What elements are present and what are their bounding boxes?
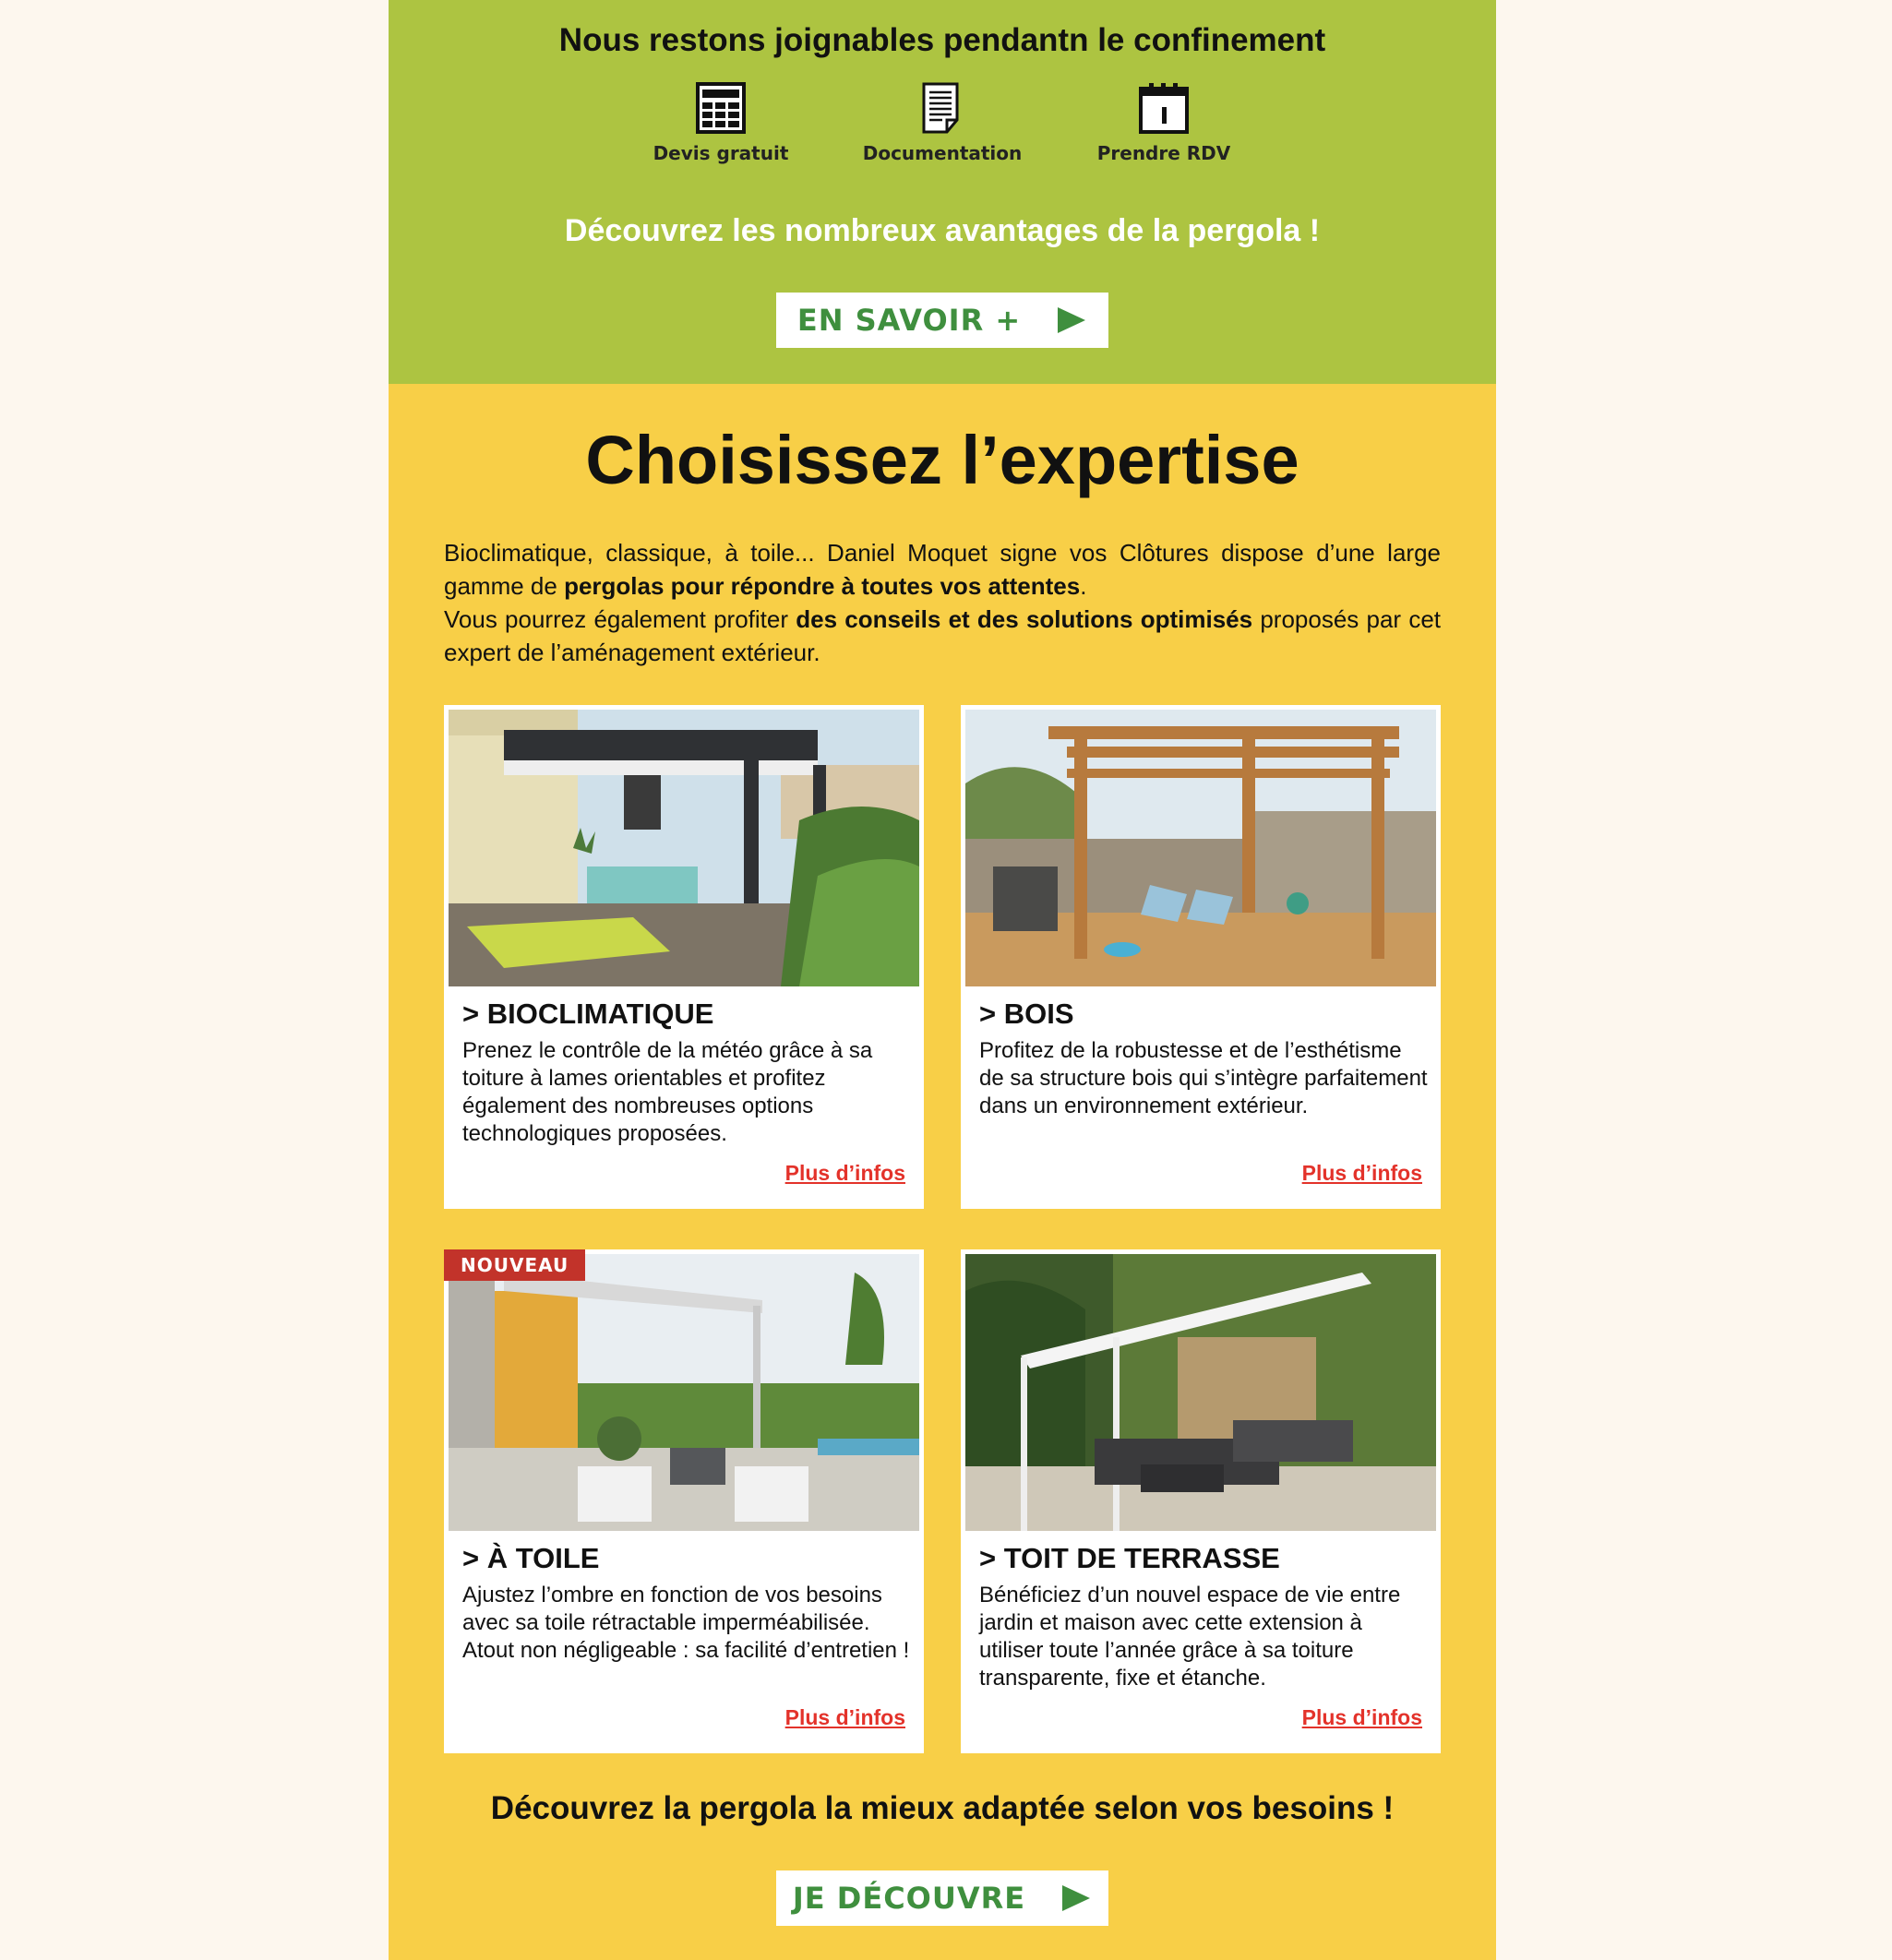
- plus-infos-link[interactable]: Plus d’infos: [785, 1705, 905, 1730]
- card-description: Prenez le contrôle de la météo grâce à s…: [462, 1038, 873, 1146]
- play-arrow-icon: [1062, 1885, 1091, 1911]
- document-icon: [922, 82, 959, 134]
- play-arrow-icon: [1058, 307, 1086, 333]
- calendar-icon: [1139, 83, 1189, 134]
- feature-list: Devis gratuit Documentation Prendre RDV: [389, 81, 1496, 164]
- card-title: > BIOCLIMATIQUE: [462, 998, 714, 1030]
- intro-highlight: pergolas pour répondre à toutes vos atte…: [564, 572, 1081, 600]
- card-title: > À TOILE: [462, 1542, 600, 1574]
- plus-infos-link[interactable]: Plus d’infos: [1302, 1161, 1422, 1186]
- card-description: Ajustez l’ombre en fonction de vos besoi…: [462, 1583, 910, 1663]
- intro-highlight: des conseils et des solutions optimisés: [796, 605, 1253, 633]
- card-title: > BOIS: [979, 998, 1074, 1030]
- je-decouvre-button[interactable]: JE DÉCOUVRE: [776, 1870, 1108, 1926]
- button-label: JE DÉCOUVRE: [792, 1881, 1026, 1916]
- card-description: Profitez de la robustesse et de l’esthét…: [979, 1038, 1428, 1118]
- feature-label: Prendre RDV: [1096, 142, 1231, 164]
- feature-documentation[interactable]: Documentation: [863, 81, 1022, 164]
- card-title: > TOIT DE TERRASSE: [979, 1542, 1280, 1574]
- calculator-icon: [696, 82, 746, 134]
- product-card-toile[interactable]: NOUVEAU > À TOILE Ajustez l’ombre en fon…: [444, 1249, 924, 1753]
- intro-part: .: [1080, 572, 1087, 600]
- newsletter: Nous restons joignables pendantn le conf…: [389, 0, 1496, 1960]
- section-title: Choisissez l’expertise: [585, 422, 1299, 498]
- product-card-bioclimatique[interactable]: > BIOCLIMATIQUE Prenez le contrôle de la…: [444, 705, 924, 1209]
- intro-text: Bioclimatique, classique, à toile... Dan…: [444, 536, 1441, 669]
- banner-subtitle: Découvrez les nombreux avantages de la p…: [564, 213, 1321, 248]
- feature-devis[interactable]: Devis gratuit: [652, 81, 790, 164]
- en-savoir-plus-button[interactable]: EN SAVOIR +: [776, 293, 1108, 348]
- feature-rdv[interactable]: Prendre RDV: [1095, 81, 1233, 164]
- product-card-bois[interactable]: > BOIS Profitez de la robustesse et de l…: [961, 705, 1441, 1209]
- expertise-section: Choisissez l’expertise Bioclimatique, cl…: [389, 384, 1496, 1960]
- contact-banner: Nous restons joignables pendantn le conf…: [389, 0, 1496, 384]
- plus-infos-link[interactable]: Plus d’infos: [1302, 1705, 1422, 1730]
- button-label: EN SAVOIR +: [796, 303, 1022, 338]
- pergola-toit-terrasse-photo: [965, 1254, 1436, 1531]
- product-card-toit-terrasse[interactable]: > TOIT DE TERRASSE Bénéficiez d’un nouve…: [961, 1249, 1441, 1753]
- banner-title: Nous restons joignables pendantn le conf…: [558, 22, 1326, 58]
- pergola-bioclimatique-photo: [449, 710, 919, 986]
- pergola-bois-photo: [965, 710, 1436, 986]
- feature-label: Documentation: [862, 142, 1023, 164]
- bottom-subtitle: Découvrez la pergola la mieux adaptée se…: [490, 1790, 1395, 1826]
- intro-part: Vous pourrez également profiter: [444, 605, 796, 633]
- pergola-toile-photo: [449, 1254, 919, 1531]
- card-description: Bénéficiez d’un nouvel espace de vie ent…: [979, 1583, 1401, 1691]
- nouveau-badge: NOUVEAU: [444, 1249, 586, 1281]
- feature-label: Devis gratuit: [653, 142, 789, 164]
- plus-infos-link[interactable]: Plus d’infos: [785, 1161, 905, 1186]
